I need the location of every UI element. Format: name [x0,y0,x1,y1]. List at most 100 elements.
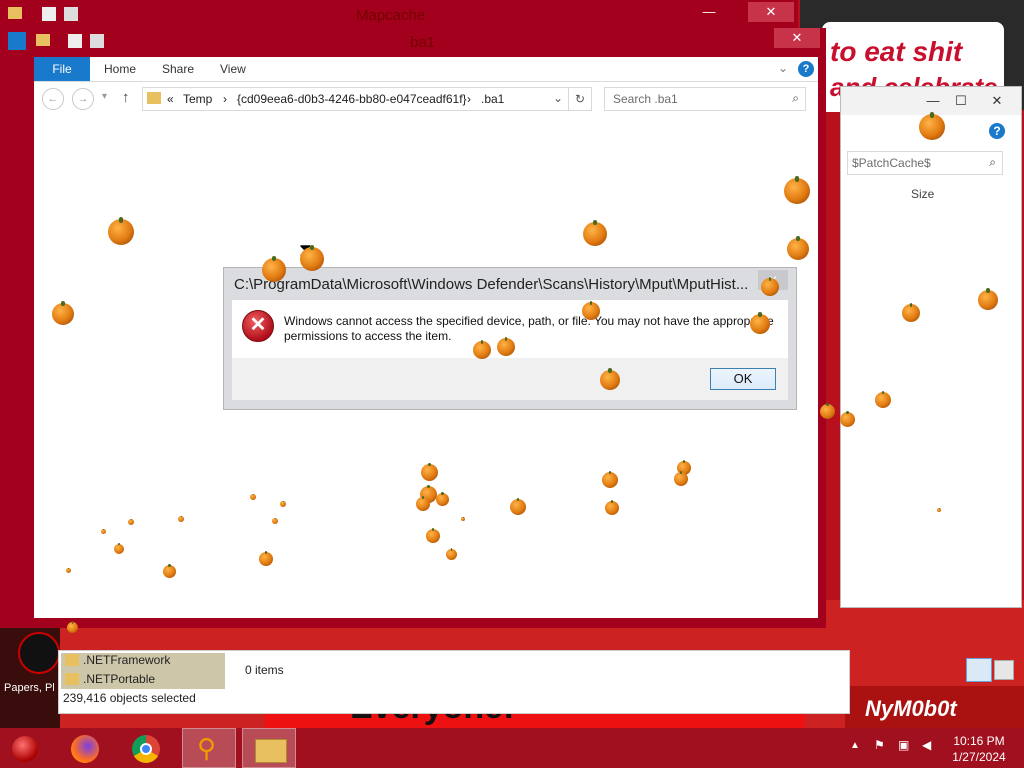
pumpkin-icon [280,500,286,507]
folder-item-netframework[interactable]: .NETFramework [83,653,170,667]
new-folder-icon[interactable] [64,7,78,21]
clock-date[interactable]: 1/27/2024 [948,750,1010,764]
back-arrow-icon[interactable]: ← [42,88,64,110]
pumpkin-icon [582,300,600,320]
back-window-top[interactable]: Mapcache — ✕ [0,0,798,30]
new-folder-icon[interactable] [90,34,104,48]
wallpaper-right-bottom: NyM0b0t [845,686,1024,728]
taskbar-search[interactable]: ⚲ [182,728,236,768]
minimize-button[interactable]: — [921,91,945,111]
folder-list: .NETFramework .NETPortable [61,653,225,689]
breadcrumb-overflow[interactable]: « [167,92,174,106]
pumpkin-icon [461,516,465,521]
pumpkin-icon [840,410,855,427]
tab-view[interactable]: View [220,57,246,81]
help-icon[interactable]: ? [989,123,1005,139]
properties-icon[interactable] [68,34,82,48]
back-window-bottom: .NETFramework .NETPortable 0 items 239,4… [58,650,989,714]
pumpkin-icon [602,470,618,488]
close-button[interactable]: ✕ [774,28,820,48]
help-icon[interactable]: ? [798,61,814,77]
network-icon[interactable]: ▣ [898,738,909,752]
dialog-footer: OK [232,358,788,400]
pumpkin-icon [605,499,619,515]
folder-icon [36,34,50,46]
search-icon: ⌕ [792,91,799,105]
pumpkin-icon [66,567,71,573]
pumpkin-icon [178,515,184,522]
back-window-title: Mapcache [356,7,426,24]
wallpaper-sign-line1: to eat shit [830,36,963,67]
pumpkin-icon [761,276,779,296]
second-window-title: ba1 [410,34,436,51]
folder-icon [255,739,287,763]
clock-time[interactable]: 10:16 PM [948,734,1010,748]
desktop-icon[interactable]: Papers, Pl [4,630,60,700]
refresh-icon[interactable]: ↻ [568,87,592,111]
pumpkin-icon [820,402,835,419]
chrome-icon [132,735,160,763]
folder-item-netportable[interactable]: .NETPortable [83,672,155,686]
forward-arrow-icon[interactable]: → [72,88,94,110]
start-button[interactable] [0,728,54,768]
details-view-button[interactable] [966,658,992,682]
pumpkin-icon [436,491,449,506]
pumpkin-icon [108,216,134,245]
quick-access-icon [8,32,26,50]
start-orb-icon [12,736,38,762]
right-back-window[interactable]: — ☐ ✕ ? $PatchCache$ ⌕ Size [840,86,1022,608]
pumpkin-icon [750,312,770,334]
up-arrow-icon[interactable]: ↑ [122,89,130,106]
close-button[interactable]: ✕ [981,91,1013,111]
pumpkin-icon [67,621,78,633]
volume-muted-icon[interactable]: ◀ [922,738,931,752]
tab-file[interactable]: File [34,57,90,81]
breadcrumb-temp[interactable]: Temp [183,92,212,106]
breadcrumb-separator[interactable]: › [467,92,471,106]
properties-icon[interactable] [42,7,56,21]
tab-home[interactable]: Home [104,57,136,81]
pumpkin-icon [473,339,491,359]
taskbar-file-explorer[interactable] [242,728,296,768]
right-search-text: $PatchCache$ [852,156,931,170]
recent-locations-icon[interactable]: ▾ [102,91,107,102]
pumpkin-icon [787,236,809,260]
pumpkin-icon [272,517,278,524]
firefox-icon [71,735,99,763]
pumpkin-icon [919,111,945,140]
pumpkin-icon [262,256,286,282]
magnifier-icon: ⚲ [197,733,217,763]
search-input[interactable]: Search .ba1 ⌕ [604,87,806,111]
chevron-down-icon[interactable]: ⌄ [778,61,788,75]
tab-share[interactable]: Share [162,57,194,81]
ok-button[interactable]: OK [710,368,776,390]
pumpkin-icon [784,175,810,204]
breadcrumb-separator[interactable]: › [223,92,227,106]
large-icons-view-button[interactable] [994,660,1014,680]
flag-icon[interactable]: ⚑ [874,738,885,752]
dialog-message: Windows cannot access the specified devi… [284,314,774,343]
pumpkin-icon [446,548,457,560]
maximize-button[interactable]: ☐ [949,91,973,111]
size-column-header[interactable]: Size [911,187,934,201]
address-bar[interactable]: « Temp › {cd09eea6-d0b3-4246-bb80-e047ce… [142,87,588,111]
right-search-input[interactable]: $PatchCache$ ⌕ [847,151,1003,175]
address-dropdown-icon[interactable]: ⌄ [553,91,563,105]
pumpkin-icon [583,220,607,246]
dialog-title: C:\ProgramData\Microsoft\Windows Defende… [234,276,749,293]
breadcrumb-guid[interactable]: {cd09eea6-d0b3-4246-bb80-e047ceadf61f} [237,92,467,106]
ribbon: File Home Share View ⌄ ? [34,57,818,82]
desktop-icon-label: Papers, Pl [4,682,55,694]
breadcrumb-ba1[interactable]: .ba1 [481,92,504,106]
tray-overflow-icon[interactable]: ▲ [850,740,860,751]
pumpkin-icon [902,302,920,322]
pumpkin-icon [674,470,688,486]
pumpkin-icon [600,368,620,390]
taskbar-chrome[interactable] [120,728,174,768]
taskbar-firefox[interactable] [58,728,112,768]
right-back-titlebar: — ☐ ✕ [841,87,1021,115]
pumpkin-icon [101,528,106,534]
close-button[interactable]: ✕ [748,2,794,22]
search-placeholder: Search .ba1 [613,92,678,106]
minimize-button[interactable]: — [694,2,724,22]
